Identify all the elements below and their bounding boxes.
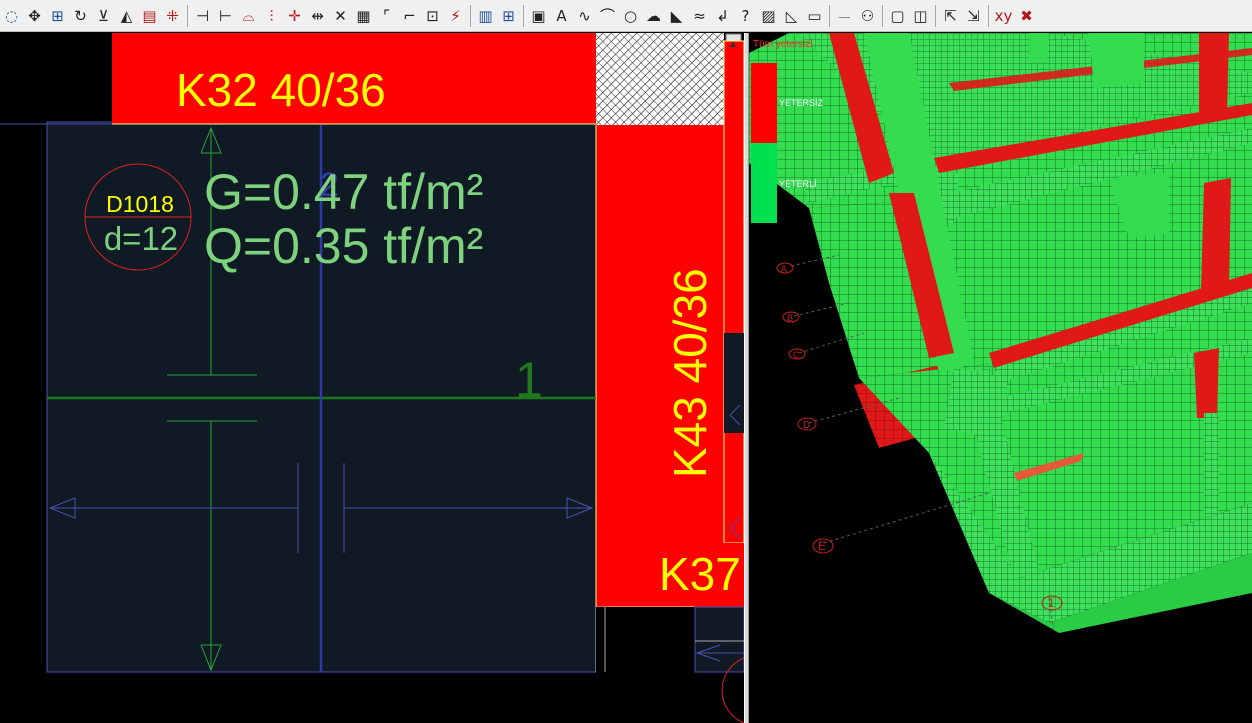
legend-label-insufficient: YETERSİZ xyxy=(779,98,824,108)
array-icon[interactable]: ⁜ xyxy=(162,4,183,28)
camera-icon[interactable]: ⚇ xyxy=(857,4,878,28)
hatch-icon[interactable]: ⌓ xyxy=(238,4,259,28)
window-tile-icon[interactable]: ◫ xyxy=(910,4,931,28)
trim-icon[interactable]: ⊣ xyxy=(192,4,213,28)
rectangle-select-icon[interactable]: ⊡ xyxy=(422,4,443,28)
legend-label-sufficient: YETERLİ xyxy=(779,179,817,189)
extend-icon[interactable]: ⊢ xyxy=(215,4,236,28)
axis-bubble-c: C xyxy=(793,350,800,360)
plan-canvas[interactable]: K32 40/36 K43 40/36 K37 D1018 d=12 2 G=0… xyxy=(0,33,744,723)
box-view-icon[interactable]: ▢ xyxy=(887,4,908,28)
axis-bubble-a: A xyxy=(781,264,787,274)
break-icon[interactable]: ✛ xyxy=(284,4,305,28)
legend-title: Tüm yetersizl xyxy=(753,39,812,50)
fillet-icon[interactable]: ⌜ xyxy=(376,4,397,28)
axis-bubble-d: D xyxy=(803,420,810,431)
stretch-icon[interactable]: ▤ xyxy=(139,4,160,28)
arc-icon[interactable]: ⌒ xyxy=(597,4,618,28)
coordinate-xy-icon[interactable]: xy xyxy=(993,4,1014,28)
legend-swatch-insufficient xyxy=(751,63,777,143)
beam-right-edge xyxy=(723,40,744,544)
legend-swatch-sufficient xyxy=(751,143,777,223)
beam-label-bottom: K37 xyxy=(659,548,741,600)
toolbar-separator xyxy=(988,4,989,27)
toolbar-separator xyxy=(187,4,188,27)
axis-bubble-1: 1 xyxy=(1048,596,1055,610)
export-icon[interactable]: ⇲ xyxy=(963,4,984,28)
toolbar-separator xyxy=(882,4,883,27)
wave-icon[interactable]: ≈ xyxy=(689,4,710,28)
grid-icon[interactable]: ⊞ xyxy=(498,4,519,28)
axis-bubble-e: E xyxy=(818,539,826,553)
toolbar-separator xyxy=(829,4,830,27)
slope-icon[interactable]: ◣ xyxy=(666,4,687,28)
axis-label-1: 1 xyxy=(515,352,543,408)
section-line-icon[interactable]: ⏤ xyxy=(834,4,855,28)
curve-arrow-icon[interactable]: ↲ xyxy=(712,4,733,28)
dead-load-label: G=0.47 tf/m² xyxy=(204,164,483,220)
beam-label-right: K43 40/36 xyxy=(664,268,716,478)
copy-move-icon[interactable]: ⊞ xyxy=(47,4,68,28)
dimension-icon[interactable]: ⫶ xyxy=(261,4,282,28)
axis-bubble-b: B xyxy=(787,313,793,323)
zoom-window-icon[interactable]: ◌ xyxy=(1,4,22,28)
layer-icon[interactable]: ▦ xyxy=(353,4,374,28)
chart-icon[interactable]: ▨ xyxy=(758,4,779,28)
offset-icon[interactable]: ⊻ xyxy=(93,4,114,28)
intersect-icon[interactable]: ✕ xyxy=(330,4,351,28)
mirror-icon[interactable]: ◭ xyxy=(116,4,137,28)
magic-wand-icon[interactable]: ⚡ xyxy=(445,4,466,28)
image-icon[interactable]: ▣ xyxy=(528,4,549,28)
polyline-icon[interactable]: ∿ xyxy=(574,4,595,28)
structure-3d-canvas[interactable]: A B C D E 1 Tüm yetersizl YETERSİZ YETER… xyxy=(749,33,1252,723)
toolbar-separator xyxy=(523,4,524,27)
chamfer-icon[interactable]: ⌐ xyxy=(399,4,420,28)
import-icon[interactable]: ⇱ xyxy=(940,4,961,28)
query-icon[interactable]: ? xyxy=(735,4,756,28)
toolbar-separator xyxy=(935,4,936,27)
plan-view[interactable]: K32 40/36 K43 40/36 K37 D1018 d=12 2 G=0… xyxy=(0,33,744,723)
delete-icon[interactable]: ✖ xyxy=(1016,4,1037,28)
structure-3d-view[interactable]: A B C D E 1 Tüm yetersizl YETERSİZ YETER… xyxy=(749,33,1252,723)
join-icon[interactable]: ⇹ xyxy=(307,4,328,28)
cloud-icon[interactable]: ☁ xyxy=(643,4,664,28)
rotate-icon[interactable]: ↻ xyxy=(70,4,91,28)
scale-bar-icon[interactable]: ▭ xyxy=(804,4,825,28)
calculator-icon[interactable]: ▥ xyxy=(475,4,496,28)
measure-icon[interactable]: ◺ xyxy=(781,4,802,28)
circle-icon[interactable]: ○ xyxy=(620,4,641,28)
scroll-up-arrow[interactable]: ▲ xyxy=(728,39,738,50)
toolbar-separator xyxy=(470,4,471,27)
slab-thickness-label: d=12 xyxy=(104,220,178,257)
pan-move-icon[interactable]: ✥ xyxy=(24,4,45,28)
live-load-label: Q=0.35 tf/m² xyxy=(204,218,483,274)
main-toolbar: ◌ ✥ ⊞ ↻ ⊻ ◭ ▤ ⁜ ⊣ ⊢ ⌓ ⫶ ✛ ⇹ ✕ ▦ ⌜ ⌐ ⊡ ⚡ ▥ ⊞ ▣ A ∿ ⌒ ○ ☁ ◣ ≈ ↲? ▨ ◺ ▭ ⏤ ⚇ ▢ ◫ ⇱… xyxy=(0,0,1252,32)
text-icon[interactable]: A xyxy=(551,4,572,28)
slab-id-label: D1018 xyxy=(106,191,174,217)
beam-label-top: K32 40/36 xyxy=(176,64,386,116)
